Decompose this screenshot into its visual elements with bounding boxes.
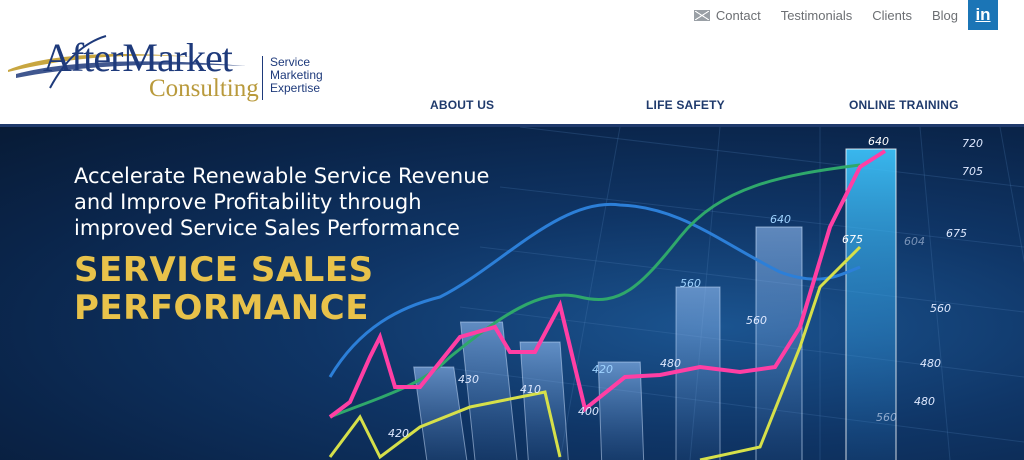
nav-clients[interactable]: Clients [872,8,912,23]
chart-label: 640 [770,213,791,226]
hero-subhead-line: SERVICE SALES [74,250,374,290]
hero-banner: 720 705 675 640 604 560 560 480 430 410 … [0,127,1024,460]
site-header: AfterMarket Consulting Service Marketing… [0,0,1024,124]
chart-bar [519,341,570,460]
chart-label: 675 [842,233,863,246]
linkedin-icon[interactable]: in [968,0,998,30]
hero-headline: Accelerate Renewable Service Revenue and… [74,163,504,241]
chart-label: 560 [930,302,951,315]
chart-label: 480 [914,395,935,408]
mail-icon [693,9,710,21]
chart-label: 560 [876,411,897,424]
main-nav: ABOUT US LIFE SAFETY ONLINE TRAINING [0,98,1024,116]
chart-label: 705 [962,165,983,178]
chart-label: 640 [868,135,889,148]
hero-subhead: SERVICE SALES PERFORMANCE [74,251,374,327]
hero-subhead-line: PERFORMANCE [74,288,369,328]
logo-tagline: Service Marketing Expertise [270,56,323,95]
nav-contact[interactable]: Contact [693,7,761,23]
hero-headline-line: and Improve Profitability through [74,190,422,214]
nav-blog[interactable]: Blog [932,8,958,23]
chart-label: 480 [660,357,681,370]
chart-label: 420 [592,363,613,376]
nav-testimonials[interactable]: Testimonials [781,8,853,23]
logo-brand-name: AfterMarket [43,35,233,80]
chart-label: 675 [946,227,967,240]
nav-about-us[interactable]: ABOUT US [430,98,494,112]
hero-headline-line: improved Service Sales Performance [74,216,460,240]
nav-online-training[interactable]: ONLINE TRAINING [849,98,959,112]
chart-label: 420 [388,427,409,440]
chart-label: 560 [746,314,767,327]
chart-label: 430 [458,373,479,386]
chart-label: 720 [962,137,983,150]
aftermarket-logo[interactable]: AfterMarket Consulting Service Marketing… [6,28,346,108]
chart-label: 480 [920,357,941,370]
chart-label: 560 [680,277,701,290]
nav-contact-label: Contact [715,7,761,23]
chart-label: 604 [904,235,925,248]
chart-label: 410 [520,383,541,396]
utility-nav: Contact Testimonials Clients Blog [674,0,958,30]
logo-divider [262,56,263,100]
logo-tagline-line: Expertise [270,81,321,95]
chart-bar [675,286,721,460]
hero-headline-line: Accelerate Renewable Service Revenue [74,164,490,188]
nav-life-safety[interactable]: LIFE SAFETY [646,98,725,112]
chart-label: 400 [578,405,599,418]
